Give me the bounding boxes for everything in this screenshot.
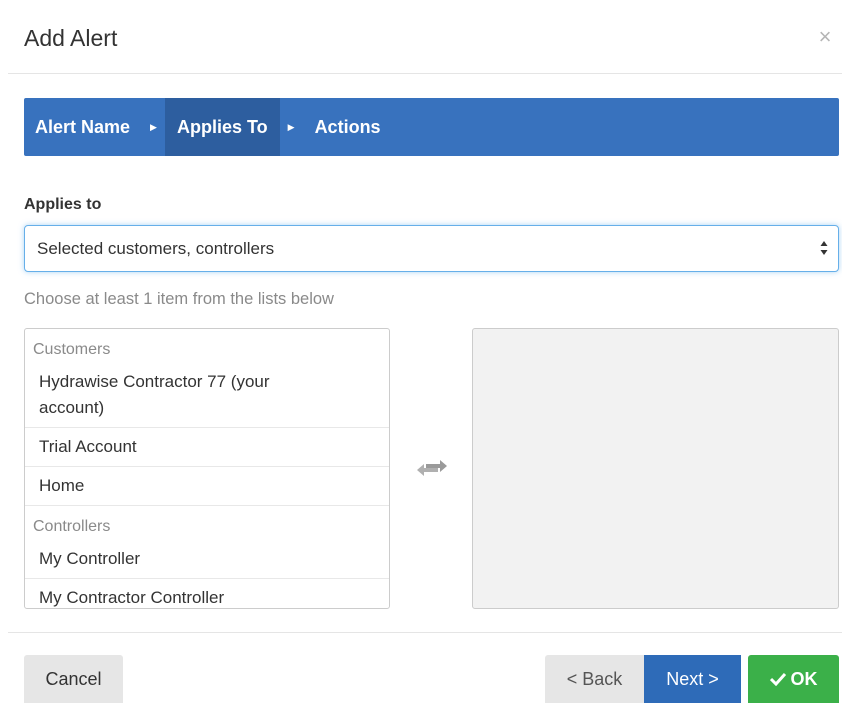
list-item[interactable]: Home [25,467,389,506]
swap-arrows-icon[interactable] [416,457,448,479]
back-button[interactable]: < Back [545,655,644,703]
list-item[interactable]: My Contractor Controller [25,579,389,608]
step-alert-name[interactable]: Alert Name [24,98,142,156]
applies-to-label: Applies to [24,196,102,213]
wizard-steps: Alert Name ▶ Applies To ▶ Actions [24,98,839,156]
cancel-button[interactable]: Cancel [24,655,123,703]
applies-to-selected-value: Selected customers, controllers [37,238,275,258]
group-header-controllers: Controllers [33,518,111,535]
next-button[interactable]: Next > [644,655,741,703]
footer-divider [8,632,842,633]
ok-label: OK [790,668,818,689]
close-icon[interactable]: × [814,26,836,48]
list-item[interactable]: Hydrawise Contractor 77 (your account) [25,363,389,428]
modal-header: Add Alert × [8,8,842,74]
step-separator-icon: ▶ [287,121,295,132]
step-separator-icon: ▶ [150,121,157,132]
step-actions[interactable]: Actions [303,98,393,156]
dialog-title: Add Alert [24,25,118,51]
available-items-list: Customers Hydrawise Contractor 77 (your … [24,328,390,609]
group-header-customers: Customers [33,341,111,358]
list-item[interactable]: Trial Account [25,428,389,467]
list-item[interactable]: My Controller [25,540,389,579]
selection-hint: Choose at least 1 item from the lists be… [24,290,334,308]
ok-button[interactable]: OK [748,655,839,703]
step-applies-to[interactable]: Applies To [164,98,280,156]
select-updown-icon [820,241,828,255]
checkmark-icon [769,672,786,686]
selected-items-list[interactable] [472,328,839,609]
applies-to-select[interactable]: Selected customers, controllers [24,225,839,272]
